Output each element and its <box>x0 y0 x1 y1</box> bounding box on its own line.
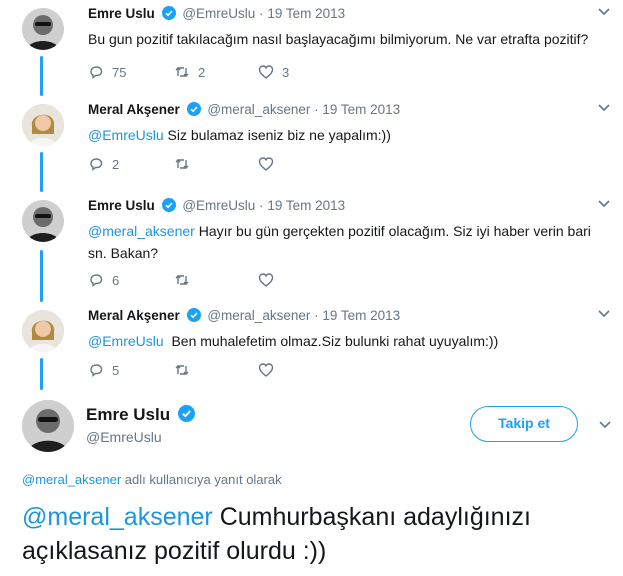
main-tweet-text: @meral_aksener Cumhurbaşkanı adaylığınız… <box>22 500 612 568</box>
reply-icon <box>90 158 103 171</box>
reply-icon <box>90 274 103 287</box>
timestamp[interactable]: 19 Tem 2013 <box>267 6 345 21</box>
chevron-down-icon[interactable] <box>597 4 611 18</box>
display-name[interactable]: Emre Uslu <box>88 198 155 213</box>
tweet-header: Emre Uslu @EmreUslu · 19 Tem 2013 <box>88 6 345 21</box>
chevron-down-icon[interactable] <box>597 196 611 210</box>
username[interactable]: @meral_aksener <box>207 102 310 117</box>
tweet-body: Ben muhalefetim olmaz.Siz bulunki rahat … <box>163 333 499 349</box>
mention-link[interactable]: @EmreUslu <box>88 127 164 143</box>
verified-badge-icon <box>161 198 176 212</box>
retweet-button[interactable] <box>174 362 198 378</box>
timestamp[interactable]: 19 Tem 2013 <box>322 308 400 323</box>
replying-to: @meral_aksener adlı kullanıcıya yanıt ol… <box>22 472 282 487</box>
reply-count: 75 <box>112 64 127 80</box>
separator-dot: · <box>314 102 319 117</box>
verified-badge-icon <box>186 102 201 116</box>
chevron-down-icon[interactable] <box>597 306 611 320</box>
tweet[interactable]: Meral Akşener @meral_aksener · 19 Tem 20… <box>0 100 623 180</box>
tweet-body: Siz bulamaz iseniz biz ne yapalım:)) <box>163 127 391 143</box>
like-button[interactable] <box>258 156 282 172</box>
mention-link[interactable]: @meral_aksener <box>22 503 213 531</box>
username[interactable]: @EmreUslu <box>182 198 255 213</box>
separator-dot: · <box>314 308 319 323</box>
reply-button[interactable]: 2 <box>88 156 119 172</box>
reply-icon <box>90 364 103 377</box>
like-button[interactable]: 3 <box>258 64 289 80</box>
heart-icon <box>258 363 274 377</box>
avatar[interactable] <box>22 200 64 242</box>
tweet-header: Meral Akşener @meral_aksener · 19 Tem 20… <box>88 102 400 117</box>
mention-link[interactable]: @EmreUslu <box>88 333 164 349</box>
tweet-text: Bu gun pozitif takılacağım nasıl başlaya… <box>88 28 608 50</box>
main-avatar[interactable] <box>22 400 74 452</box>
heart-icon <box>258 65 274 79</box>
heart-icon <box>258 273 274 287</box>
like-button[interactable] <box>258 362 282 378</box>
mention-link[interactable]: @meral_aksener <box>88 223 195 239</box>
reply-count: 6 <box>112 272 120 288</box>
main-name-text: Emre Uslu <box>86 405 171 424</box>
retweet-button[interactable] <box>174 272 198 288</box>
follow-button[interactable]: Takip et <box>470 406 578 442</box>
main-username[interactable]: @EmreUslu <box>86 429 162 445</box>
retweet-icon <box>175 275 189 285</box>
reply-to-mention[interactable]: @meral_aksener <box>22 472 121 487</box>
verified-badge-icon <box>177 405 195 422</box>
username[interactable]: @meral_aksener <box>207 308 310 323</box>
retweet-button[interactable] <box>174 156 198 172</box>
reply-button[interactable]: 75 <box>88 64 126 80</box>
heart-icon <box>258 157 274 171</box>
reply-count: 2 <box>112 156 120 172</box>
timestamp[interactable]: 19 Tem 2013 <box>322 102 400 117</box>
timestamp[interactable]: 19 Tem 2013 <box>267 198 345 213</box>
retweet-icon <box>175 67 189 77</box>
chevron-down-icon[interactable] <box>597 100 611 114</box>
main-display-name[interactable]: Emre Uslu <box>86 405 198 425</box>
username[interactable]: @EmreUslu <box>182 6 255 21</box>
display-name[interactable]: Emre Uslu <box>88 6 155 21</box>
chevron-down-icon[interactable] <box>598 417 612 431</box>
like-count: 3 <box>282 64 290 80</box>
tweet-body: Bu gun pozitif takılacağım nasıl başlaya… <box>88 31 589 47</box>
tweet[interactable]: Emre Uslu @EmreUslu · 19 Tem 2013 Bu gun… <box>0 4 623 84</box>
tweet[interactable]: Emre Uslu @EmreUslu · 19 Tem 2013 @meral… <box>0 196 623 296</box>
tweet-text: @EmreUslu Siz bulamaz iseniz biz ne yapa… <box>88 124 608 146</box>
separator-dot: · <box>259 6 264 21</box>
reply-count: 5 <box>112 362 120 378</box>
reply-to-text: adlı kullanıcıya yanıt olarak <box>121 472 282 487</box>
retweet-icon <box>175 365 189 375</box>
separator-dot: · <box>259 198 264 213</box>
retweet-button[interactable]: 2 <box>174 64 205 80</box>
retweet-icon <box>175 159 189 169</box>
verified-badge-icon <box>186 308 201 322</box>
reply-button[interactable]: 5 <box>88 362 119 378</box>
tweet-header: Emre Uslu @EmreUslu · 19 Tem 2013 <box>88 198 345 213</box>
tweet-text: @meral_aksener Hayır bu gün gerçekten po… <box>88 220 608 264</box>
tweet-text: @EmreUslu Ben muhalefetim olmaz.Siz bulu… <box>88 330 608 352</box>
avatar[interactable] <box>22 310 64 352</box>
display-name[interactable]: Meral Akşener <box>88 308 180 323</box>
verified-badge-icon <box>161 6 176 20</box>
avatar[interactable] <box>22 8 64 50</box>
retweet-count: 2 <box>198 64 206 80</box>
display-name[interactable]: Meral Akşener <box>88 102 180 117</box>
reply-icon <box>90 66 103 79</box>
reply-button[interactable]: 6 <box>88 272 119 288</box>
like-button[interactable] <box>258 272 282 288</box>
tweet-header: Meral Akşener @meral_aksener · 19 Tem 20… <box>88 308 400 323</box>
avatar[interactable] <box>22 104 64 146</box>
tweet[interactable]: Meral Akşener @meral_aksener · 19 Tem 20… <box>0 306 623 386</box>
